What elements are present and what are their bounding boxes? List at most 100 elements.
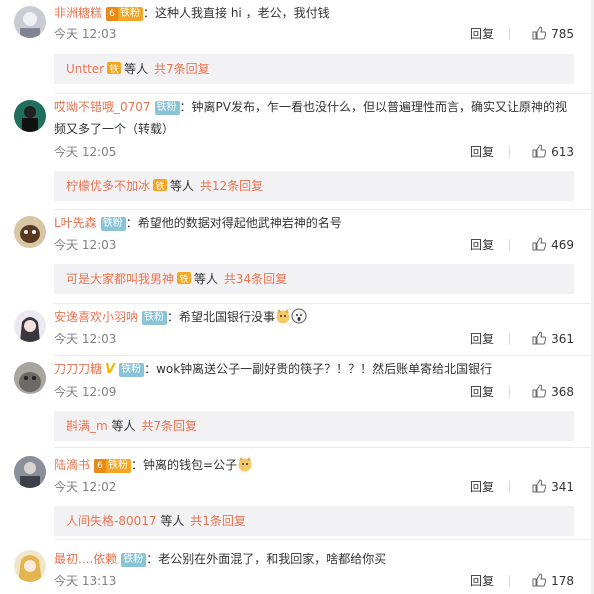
username[interactable]: 哎呦不错哦_0707 xyxy=(54,100,151,114)
fan-badge: 铁粉 xyxy=(154,101,180,115)
fan-badge: 6 铁粉 xyxy=(106,7,144,21)
thumbs-up-icon xyxy=(532,573,547,587)
avatar[interactable] xyxy=(14,362,46,394)
like-button[interactable]: 613 xyxy=(532,142,574,162)
sub-replies: 人间失格-80017 等人 共1条回复 xyxy=(54,506,574,536)
reply-button[interactable]: 回复 xyxy=(470,142,494,162)
reply-button[interactable]: 回复 xyxy=(470,477,494,497)
avatar[interactable] xyxy=(14,216,46,248)
like-button[interactable]: 368 xyxy=(532,382,574,402)
fan-badge: 铁粉 xyxy=(121,553,147,567)
like-button[interactable]: 785 xyxy=(532,24,574,44)
comment-item: 刀刀刀糖 V 铁粉 ：wok钟离送公子一副好贵的筷子？！？！然后账单寄给北国银行 今天… xyxy=(0,356,594,448)
comment-body: 陆滴书 6 铁粉 ：钟离的钱包=公子 xyxy=(54,454,574,476)
fan-badge: 6 铁粉 xyxy=(94,459,132,473)
timestamp: 今天 12:05 xyxy=(54,145,117,159)
reply-button[interactable]: 回复 xyxy=(470,235,494,255)
fan-badge-icon: 铁 xyxy=(107,62,122,75)
timestamp: 今天 12:03 xyxy=(54,238,117,252)
thumbs-up-icon xyxy=(532,384,547,398)
comment-meta: 今天 13:13 回复 178 xyxy=(54,571,574,591)
thumbs-up-icon xyxy=(532,479,547,493)
comment-body: 安逸喜欢小羽呐 铁粉 ：希望北国银行没事 xyxy=(54,306,574,328)
fan-badge: 铁粉 xyxy=(142,311,168,325)
comment-meta: 今天 12:09 回复 368 xyxy=(54,382,574,402)
avatar[interactable] xyxy=(14,100,46,132)
more-replies-link[interactable]: 共7条回复 xyxy=(141,419,197,433)
avatar[interactable] xyxy=(14,550,46,582)
comment-body: 非洲糖糕 6 铁粉 ：这种人我直接 hi ，老公，我付钱 xyxy=(54,2,574,24)
sub-replies: Untter 铁等人 共7条回复 xyxy=(54,54,574,84)
comment-meta: 今天 12:03 回复 361 xyxy=(54,329,574,349)
comment-meta: 今天 12:03 回复 469 xyxy=(54,235,574,255)
comment-text: ：希望北国银行没事 xyxy=(167,310,276,324)
more-replies-link[interactable]: 共12条回复 xyxy=(200,179,263,193)
avatar[interactable] xyxy=(14,456,46,488)
fan-badge-icon: 铁 xyxy=(177,272,192,285)
reply-username[interactable]: 斟满_m xyxy=(66,419,108,433)
timestamp: 今天 12:02 xyxy=(54,480,117,494)
like-button[interactable]: 361 xyxy=(532,329,574,349)
comment-item: 最初....依赖 铁粉 ：老公别在外面混了，和我回家，啥都给你买 今天 13:13 … xyxy=(0,540,594,594)
comment-text: ：这种人我直接 hi ，老公，我付钱 xyxy=(143,6,330,20)
username[interactable]: L叶先森 xyxy=(54,216,97,230)
svg-text:铁: 铁 xyxy=(156,180,165,192)
like-count: 341 xyxy=(551,480,574,494)
comment-item: 非洲糖糕 6 铁粉 ：这种人我直接 hi ，老公，我付钱 今天 12:03 回复 78… xyxy=(0,0,594,94)
more-replies-link[interactable]: 共1条回复 xyxy=(190,514,246,528)
reply-button[interactable]: 回复 xyxy=(470,571,494,591)
username[interactable]: 最初....依赖 xyxy=(54,552,117,566)
like-button[interactable]: 341 xyxy=(532,477,574,497)
comment-body: 哎呦不错哦_0707 铁粉 ：钟离PV发布，乍一看也没什么，但以普遍理性而言，确实又… xyxy=(54,96,574,140)
comment-body: 最初....依赖 铁粉 ：老公别在外面混了，和我回家，啥都给你买 xyxy=(54,548,574,570)
divider xyxy=(509,28,510,40)
comment-item: L叶先森 铁粉 ：希望他的数据对得起他武神岩神的名号 今天 12:03 回复 469… xyxy=(0,210,594,304)
username[interactable]: 陆滴书 xyxy=(54,458,90,472)
like-button[interactable]: 178 xyxy=(532,571,574,591)
thumbs-up-icon xyxy=(532,26,547,40)
avatar[interactable] xyxy=(14,310,46,342)
like-count: 469 xyxy=(551,238,574,252)
divider xyxy=(509,481,510,493)
verified-v-icon: V xyxy=(105,362,116,377)
username[interactable]: 刀刀刀糖 xyxy=(54,362,102,376)
thumbs-up-icon xyxy=(532,237,547,251)
fan-badge-icon: 铁 xyxy=(153,179,168,192)
like-count: 613 xyxy=(551,145,574,159)
reply-button[interactable]: 回复 xyxy=(470,329,494,349)
like-button[interactable]: 469 xyxy=(532,235,574,255)
comment-item: 哎呦不错哦_0707 铁粉 ：钟离PV发布，乍一看也没什么，但以普遍理性而言，确实又… xyxy=(0,94,594,210)
more-replies-link[interactable]: 共7条回复 xyxy=(154,62,210,76)
doge-emoji-icon xyxy=(238,457,252,472)
comment-text: ：希望他的数据对得起他武神岩神的名号 xyxy=(125,216,342,230)
divider xyxy=(509,386,510,398)
comment-text: ：wok钟离送公子一副好贵的筷子？！？！然后账单寄给北国银行 xyxy=(144,362,493,376)
reply-username[interactable]: 人间失格-80017 xyxy=(66,514,157,528)
reply-button[interactable]: 回复 xyxy=(470,382,494,402)
reply-username[interactable]: Untter xyxy=(66,62,104,76)
reply-button[interactable]: 回复 xyxy=(470,24,494,44)
sub-replies: 斟满_m 等人 共7条回复 xyxy=(54,411,574,441)
thumbs-up-icon xyxy=(532,144,547,158)
timestamp: 今天 12:03 xyxy=(54,332,117,346)
sub-replies: 柠檬优多不加冰铁等人 共12条回复 xyxy=(54,171,574,201)
more-replies-link[interactable]: 共34条回复 xyxy=(224,272,287,286)
comment-body: L叶先森 铁粉 ：希望他的数据对得起他武神岩神的名号 xyxy=(54,212,574,234)
comment-meta: 今天 12:02 回复 341 xyxy=(54,477,574,497)
like-count: 178 xyxy=(551,574,574,588)
fan-badge: 铁粉 xyxy=(100,217,126,231)
reply-username[interactable]: 可是大家都叫我男神 xyxy=(66,272,174,286)
sub-replies: 可是大家都叫我男神铁等人 共34条回复 xyxy=(54,264,574,294)
timestamp: 今天 13:13 xyxy=(54,574,117,588)
username[interactable]: 非洲糖糕 xyxy=(54,6,102,20)
reply-username[interactable]: 柠檬优多不加冰 xyxy=(66,179,150,193)
timestamp: 今天 12:09 xyxy=(54,385,117,399)
username[interactable]: 安逸喜欢小羽呐 xyxy=(54,310,138,324)
comment-list: 非洲糖糕 6 铁粉 ：这种人我直接 hi ，老公，我付钱 今天 12:03 回复 78… xyxy=(0,0,594,594)
fan-badge: 铁粉 xyxy=(119,363,145,377)
svg-text:铁: 铁 xyxy=(180,273,189,285)
avatar[interactable] xyxy=(14,6,46,38)
like-count: 368 xyxy=(551,385,574,399)
divider xyxy=(509,146,510,158)
comment-text: ：老公别在外面混了，和我回家，啥都给你买 xyxy=(146,552,387,566)
